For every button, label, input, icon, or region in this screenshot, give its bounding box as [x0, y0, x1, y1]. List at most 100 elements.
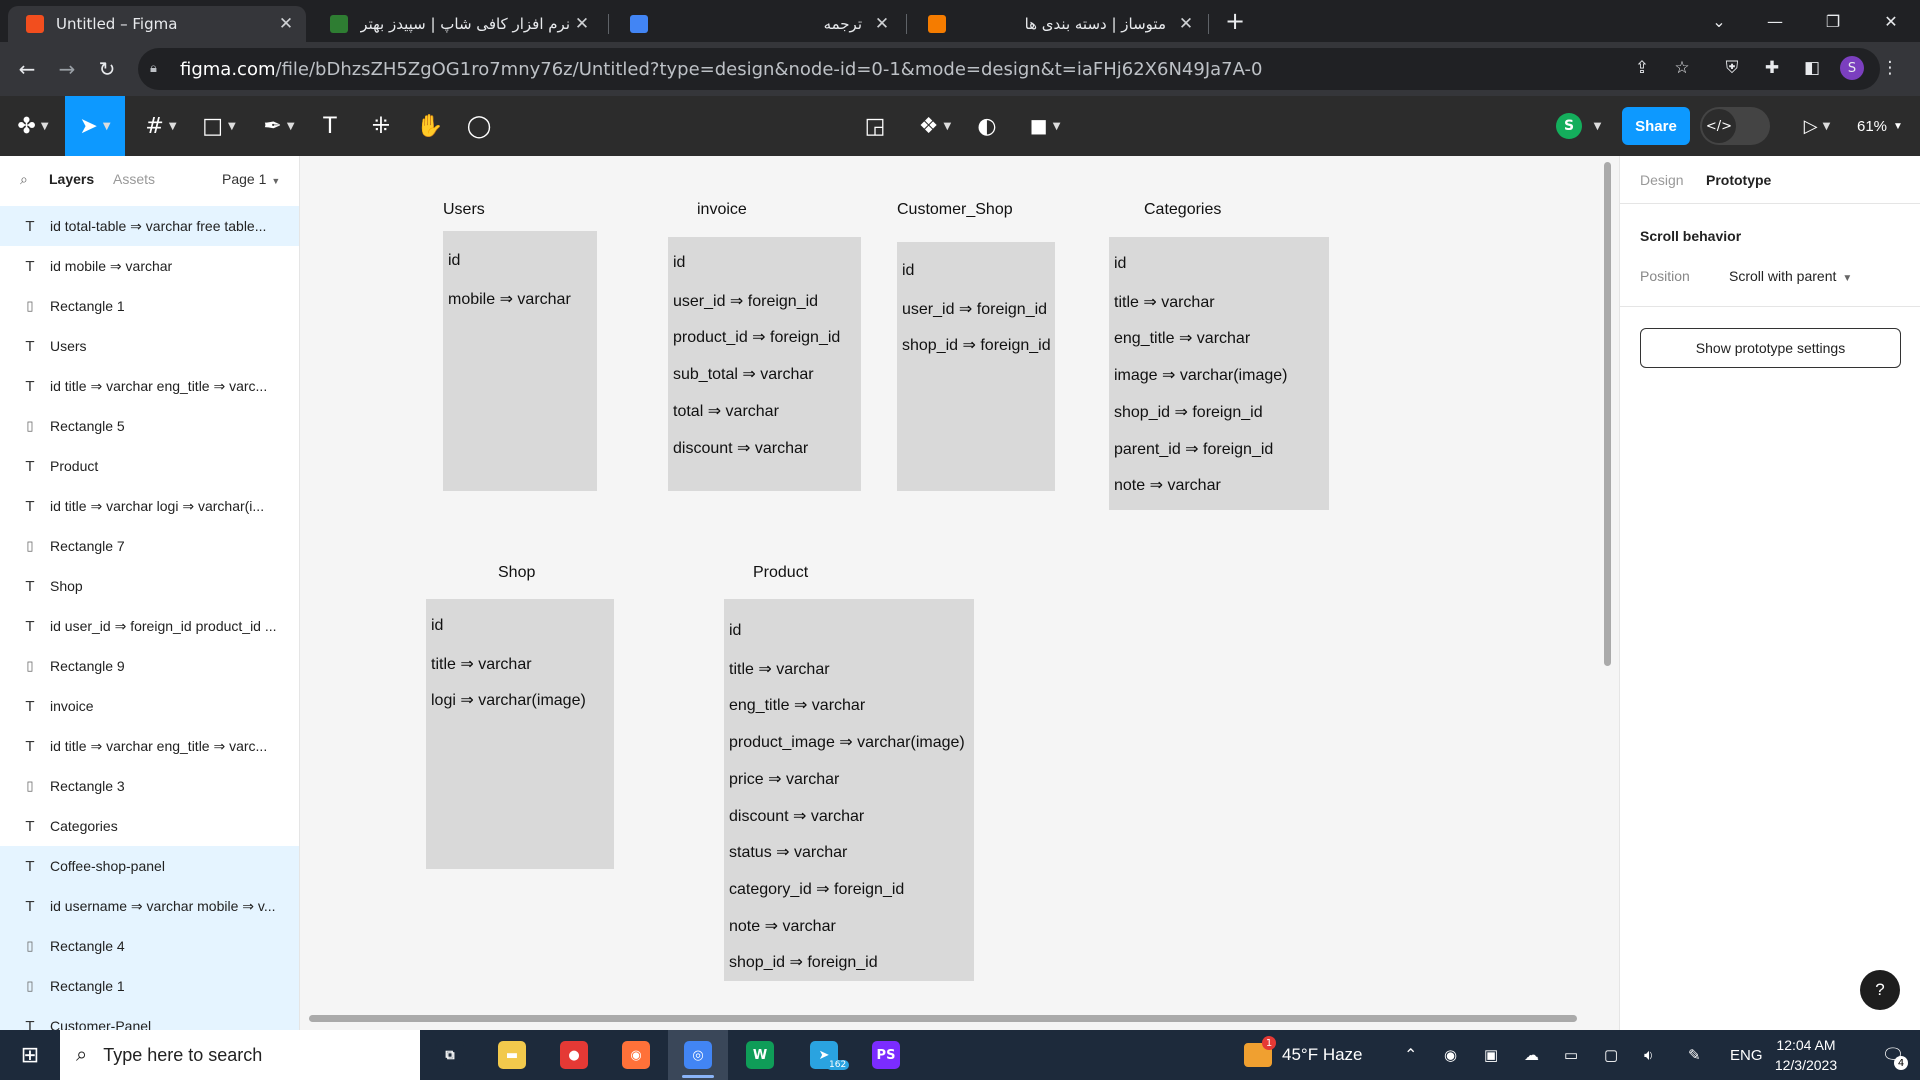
- layer-item[interactable]: T Product: [0, 446, 299, 486]
- table-field[interactable]: id: [673, 254, 685, 272]
- meet-tray-icon[interactable]: ▣: [1484, 1030, 1498, 1080]
- tab-coffee-shop[interactable]: نرم افزار کافی شاپ | سپیدز بهترین ✕: [312, 6, 602, 42]
- network-icon[interactable]: ▢: [1604, 1030, 1618, 1080]
- pen-tool-button[interactable]: ✒ ▼: [256, 96, 302, 156]
- mask-button[interactable]: ◐: [970, 96, 1004, 156]
- windows-start-icon[interactable]: ⊞: [0, 1030, 60, 1080]
- table-field[interactable]: title ⇒ varchar: [1114, 292, 1215, 312]
- table-field[interactable]: total ⇒ varchar: [673, 401, 779, 421]
- tab-assets[interactable]: Assets: [113, 171, 155, 187]
- table-field[interactable]: user_id ⇒ foreign_id: [902, 299, 1047, 319]
- tab-translate[interactable]: ترجمه ✕: [612, 6, 902, 42]
- layer-item[interactable]: Tid mobile ⇒ varchar: [0, 246, 299, 286]
- table-field[interactable]: sub_total ⇒ varchar: [673, 364, 814, 384]
- main-menu-button[interactable]: ✤ ▼: [10, 96, 56, 156]
- table-title[interactable]: Users: [443, 201, 485, 219]
- crop-button[interactable]: ◲: [858, 96, 892, 156]
- taskbar-app-task-view[interactable]: ⧉: [420, 1030, 480, 1080]
- table-field[interactable]: note ⇒ varchar: [1114, 475, 1221, 495]
- table-field[interactable]: product_image ⇒ varchar(image): [729, 732, 965, 752]
- tab-prototype[interactable]: Prototype: [1706, 172, 1771, 188]
- table-field[interactable]: parent_id ⇒ foreign_id: [1114, 439, 1273, 459]
- layer-item[interactable]: Tid title ⇒ varchar logi ⇒ varchar(i...: [0, 486, 299, 526]
- table-field[interactable]: product_id ⇒ foreign_id: [673, 327, 840, 347]
- table-field[interactable]: id: [1114, 255, 1126, 273]
- tab-design[interactable]: Design: [1640, 172, 1684, 188]
- layer-item[interactable]: T Users: [0, 326, 299, 366]
- table-field[interactable]: id: [902, 262, 914, 280]
- address-bar[interactable]: 🔒︎ figma.com/file/bDhzsZH5ZgOG1ro7mny76z…: [138, 48, 1880, 90]
- tab-layers[interactable]: Layers: [49, 171, 94, 187]
- table-field[interactable]: status ⇒ varchar: [729, 842, 847, 862]
- minimize-button[interactable]: —: [1752, 0, 1798, 42]
- position-select[interactable]: Scroll with parent ▼: [1729, 268, 1852, 284]
- layer-item[interactable]: ▯ Rectangle 5: [0, 406, 299, 446]
- table-field[interactable]: shop_id ⇒ foreign_id: [902, 335, 1051, 355]
- taskbar-app-webstorm[interactable]: W: [730, 1030, 790, 1080]
- shield-extension-icon[interactable]: ⛨: [1718, 54, 1746, 82]
- taskbar-app-file-explorer[interactable]: ▬: [482, 1030, 542, 1080]
- multiplayer-chevron-icon[interactable]: ▼: [1586, 96, 1604, 156]
- volume-icon[interactable]: 🔉︎: [1644, 1030, 1653, 1080]
- table-field[interactable]: eng_title ⇒ varchar: [729, 695, 865, 715]
- close-icon[interactable]: ✕: [1174, 14, 1198, 34]
- new-tab-button[interactable]: +: [1212, 0, 1258, 42]
- tab-search-chevron-icon[interactable]: ⌄: [1696, 0, 1742, 42]
- close-icon[interactable]: ✕: [274, 14, 298, 34]
- forward-button[interactable]: →: [51, 53, 83, 85]
- table-field[interactable]: eng_title ⇒ varchar: [1114, 328, 1250, 348]
- tab-menu-builder[interactable]: متوساز | دسته بندی ها ✕: [910, 6, 1206, 42]
- page-selector[interactable]: Page 1 ▼: [222, 171, 280, 187]
- boolean-button[interactable]: ◼ ▼: [1022, 96, 1068, 156]
- present-button[interactable]: ▷ ▼: [1794, 96, 1840, 156]
- layer-item[interactable]: ▯ Rectangle 4: [0, 926, 299, 966]
- tab-figma[interactable]: Untitled – Figma ✕: [8, 6, 306, 42]
- table-field[interactable]: id: [431, 617, 443, 635]
- table-field[interactable]: note ⇒ varchar: [729, 916, 836, 936]
- bookmark-star-icon[interactable]: ☆: [1668, 54, 1696, 82]
- side-panel-icon[interactable]: ◧: [1798, 54, 1826, 82]
- table-field[interactable]: image ⇒ varchar(image): [1114, 365, 1287, 385]
- user-avatar[interactable]: S: [1556, 113, 1582, 139]
- layer-item[interactable]: ▯ Rectangle 1: [0, 966, 299, 1006]
- weather-widget[interactable]: 45°F Haze: [1244, 1030, 1363, 1080]
- layer-item[interactable]: Tinvoice: [0, 686, 299, 726]
- show-hidden-icons-chevron-icon[interactable]: ⌃: [1404, 1030, 1417, 1080]
- close-icon[interactable]: ✕: [870, 14, 894, 34]
- table-rectangle[interactable]: [897, 242, 1055, 491]
- window-close-button[interactable]: ✕: [1868, 0, 1914, 42]
- frame-tool-button[interactable]: # ▼: [138, 96, 184, 156]
- profile-avatar[interactable]: S: [1838, 54, 1866, 82]
- table-field[interactable]: title ⇒ varchar: [729, 659, 830, 679]
- table-field[interactable]: mobile ⇒ varchar: [448, 289, 571, 309]
- comment-tool-button[interactable]: ◯: [462, 96, 496, 156]
- close-icon[interactable]: ✕: [570, 14, 594, 34]
- taskbar-search-box[interactable]: ⌕ Type here to search: [60, 1030, 420, 1080]
- reload-button[interactable]: ↻: [91, 53, 123, 85]
- table-field[interactable]: title ⇒ varchar: [431, 654, 532, 674]
- layer-item[interactable]: ▯ Rectangle 1: [0, 286, 299, 326]
- battery-icon[interactable]: ▭: [1564, 1030, 1578, 1080]
- layer-item[interactable]: Tid username ⇒ varchar mobile ⇒ v...: [0, 886, 299, 926]
- language-indicator[interactable]: ENG: [1730, 1030, 1763, 1080]
- extensions-puzzle-icon[interactable]: ✚: [1758, 54, 1786, 82]
- table-field[interactable]: id: [729, 622, 741, 640]
- help-button[interactable]: ?: [1860, 970, 1900, 1010]
- layer-item[interactable]: T Coffee-shop-panel: [0, 846, 299, 886]
- table-field[interactable]: shop_id ⇒ foreign_id: [1114, 402, 1263, 422]
- table-field[interactable]: user_id ⇒ foreign_id: [673, 291, 818, 311]
- layer-item[interactable]: T Shop: [0, 566, 299, 606]
- notification-center-icon[interactable]: 🗨︎ 4: [1866, 1030, 1920, 1080]
- shape-tool-button[interactable]: □ ▼: [196, 96, 242, 156]
- table-rectangle[interactable]: [443, 231, 597, 491]
- table-title[interactable]: invoice: [697, 201, 747, 219]
- show-prototype-settings-button[interactable]: Show prototype settings: [1640, 328, 1901, 368]
- table-field[interactable]: discount ⇒ varchar: [673, 438, 808, 458]
- table-field[interactable]: category_id ⇒ foreign_id: [729, 879, 904, 899]
- layer-item[interactable]: Tid title ⇒ varchar eng_title ⇒ varc...: [0, 366, 299, 406]
- table-title[interactable]: Product: [753, 564, 808, 582]
- table-title[interactable]: Shop: [498, 564, 535, 582]
- layer-item[interactable]: Tid title ⇒ varchar eng_title ⇒ varc...: [0, 726, 299, 766]
- table-title[interactable]: Categories: [1144, 201, 1221, 219]
- table-title[interactable]: Customer_Shop: [897, 201, 1013, 219]
